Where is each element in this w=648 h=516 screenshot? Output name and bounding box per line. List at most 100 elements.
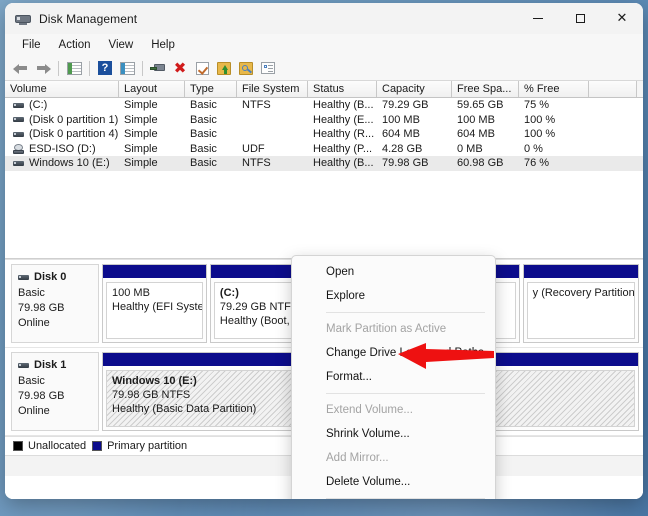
cell-volume-label: ESD-ISO (D:) [29, 142, 96, 155]
partition-efi-size: 100 MB [112, 287, 150, 299]
folder-find-icon[interactable] [235, 58, 257, 78]
title-bar: Disk Management ✕ [5, 3, 643, 34]
cell-percent-free: 75 % [524, 99, 550, 112]
menu-item-action[interactable]: Action [50, 37, 100, 53]
window-title: Disk Management [39, 11, 138, 26]
volume-list-rows: (C:) Simple Basic NTFS Healthy (B... 79.… [5, 98, 643, 171]
cell-percent-free: 76 % [524, 157, 550, 170]
check-icon[interactable] [191, 58, 213, 78]
window-controls: ✕ [517, 3, 643, 34]
show-hide-action-pane-icon[interactable] [116, 58, 138, 78]
column-header-type[interactable]: Type [185, 81, 237, 97]
unallocated-swatch [13, 441, 23, 451]
menu-item-file[interactable]: File [13, 37, 50, 53]
partition-efi-details: 100 MB Healthy (EFI System P [106, 282, 203, 339]
disk-1-name: Disk 1 [34, 359, 67, 371]
context-menu-item-change-drive-letter-and-paths[interactable]: Change Drive Letter and Paths... [292, 341, 495, 365]
properties-list-icon[interactable] [257, 58, 279, 78]
column-header-blank[interactable] [589, 81, 637, 97]
cell-status: Healthy (E... [313, 113, 374, 126]
column-header-status[interactable]: Status [308, 81, 377, 97]
column-header-capacity[interactable]: Capacity [377, 81, 452, 97]
disk-info-disk-1[interactable]: Disk 1 Basic 79.98 GB Online [11, 352, 99, 431]
table-row[interactable]: (C:) Simple Basic NTFS Healthy (B... 79.… [5, 98, 643, 113]
cell-status: Healthy (R... [313, 128, 375, 141]
disk-info-disk-0[interactable]: Disk 0 Basic 79.98 GB Online [11, 264, 99, 343]
cell-free-space: 604 MB [457, 128, 495, 141]
context-menu-item-delete-volume[interactable]: Delete Volume... [292, 470, 495, 494]
table-row[interactable]: ESD-ISO (D:) Simple Basic UDF Healthy (P… [5, 142, 643, 157]
cell-free-space: 59.65 GB [457, 99, 504, 112]
table-row[interactable]: (Disk 0 partition 4) Simple Basic Health… [5, 127, 643, 142]
maximize-button[interactable] [559, 3, 601, 34]
cell-type: Basic [190, 157, 217, 170]
minimize-button[interactable] [517, 3, 559, 34]
table-row[interactable]: Windows 10 (E:) Simple Basic NTFS Health… [5, 156, 643, 171]
properties-drive-icon[interactable] [147, 58, 169, 78]
menu-item-help[interactable]: Help [142, 37, 184, 53]
back-icon[interactable] [10, 58, 32, 78]
show-hide-console-tree-icon[interactable] [63, 58, 85, 78]
cell-capacity: 100 MB [382, 113, 420, 126]
delete-icon[interactable]: ✖ [169, 58, 191, 78]
primary-partition-swatch [92, 441, 103, 451]
context-menu-item-format[interactable]: Format... [292, 365, 495, 389]
column-header-file-system[interactable]: File System [237, 81, 308, 97]
column-header-volume[interactable]: Volume [5, 81, 119, 97]
volume-list-header: Volume Layout Type File System Status Ca… [5, 81, 643, 98]
partition-color-bar [523, 265, 638, 279]
cell-volume-label: (C:) [29, 99, 48, 112]
cell-volume: (C:) [5, 98, 119, 112]
column-header-layout[interactable]: Layout [119, 81, 185, 97]
cell-free-space: 60.98 GB [457, 157, 504, 170]
menu-bar: File Action View Help [5, 34, 643, 56]
hard-disk-icon [13, 102, 24, 108]
disk-0-state: Online [18, 317, 50, 329]
menu-item-view[interactable]: View [100, 37, 143, 53]
context-menu-item-add-mirror: Add Mirror... [326, 452, 389, 464]
help-icon[interactable]: ? [94, 58, 116, 78]
context-menu-separator [326, 312, 485, 313]
cell-volume: (Disk 0 partition 4) [5, 127, 119, 141]
disk-0-type: Basic [18, 287, 45, 299]
disk-0-size: 79.98 GB [18, 302, 65, 314]
toolbar-separator [58, 60, 59, 76]
context-menu: Open Explore Mark Partition as Active Ch… [291, 255, 496, 499]
cell-type: Basic [190, 142, 217, 155]
partition-color-bar [103, 265, 206, 279]
column-header-free-space[interactable]: Free Spa... [452, 81, 519, 97]
context-menu-separator [326, 393, 485, 394]
partition-efi[interactable]: 100 MB Healthy (EFI System P [102, 264, 207, 343]
hard-disk-icon [18, 275, 29, 280]
legend-label-primary-partition: Primary partition [107, 440, 188, 452]
cell-volume-label: (Disk 0 partition 1) [29, 113, 119, 126]
cell-percent-free: 0 % [524, 142, 543, 155]
context-menu-item-explore[interactable]: Explore [292, 284, 495, 308]
disk-0-title: Disk 0 [18, 270, 92, 285]
cell-file-system: NTFS [242, 99, 271, 112]
cell-layout: Simple [124, 113, 158, 126]
toolbar-separator [89, 60, 90, 76]
cell-free-space: 100 MB [457, 113, 495, 126]
cell-volume: (Disk 0 partition 1) [5, 113, 119, 127]
cell-layout: Simple [124, 157, 158, 170]
cell-layout: Simple [124, 142, 158, 155]
partition-recovery-status: y (Recovery Partition) [532, 287, 635, 299]
context-menu-item-shrink-volume[interactable]: Shrink Volume... [292, 422, 495, 446]
cell-volume-label: (Disk 0 partition 4) [29, 128, 119, 141]
cell-percent-free: 100 % [524, 128, 556, 141]
partition-efi-status: Healthy (EFI System P [112, 301, 202, 313]
disk-1-state: Online [18, 405, 50, 417]
context-menu-item-open[interactable]: Open [292, 260, 495, 284]
partition-recovery[interactable]: y (Recovery Partition) [522, 264, 639, 343]
cell-type: Basic [190, 128, 217, 141]
close-button[interactable]: ✕ [601, 3, 643, 34]
cell-status: Healthy (P... [313, 142, 373, 155]
folder-up-icon[interactable] [213, 58, 235, 78]
forward-icon[interactable] [32, 58, 54, 78]
table-row[interactable]: (Disk 0 partition 1) Simple Basic Health… [5, 113, 643, 128]
cell-file-system: UDF [242, 142, 265, 155]
column-header-percent-free[interactable]: % Free [519, 81, 589, 97]
disk-1-size: 79.98 GB [18, 390, 65, 402]
cd-rom-icon [13, 143, 24, 154]
